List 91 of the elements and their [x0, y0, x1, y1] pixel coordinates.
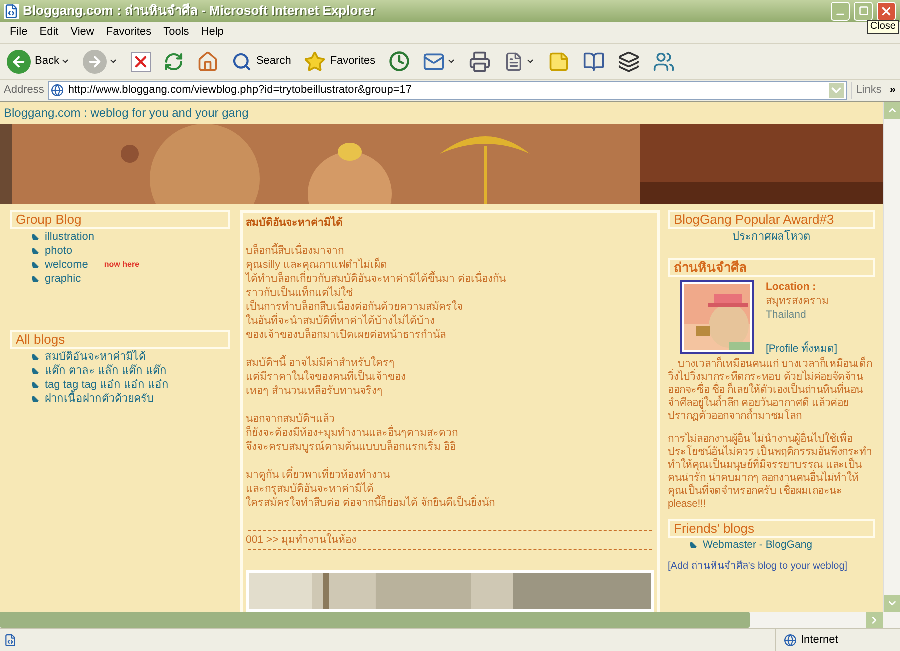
bullet-arrow-icon — [32, 396, 39, 402]
stop-icon — [131, 52, 152, 72]
menu-item[interactable]: Help — [195, 24, 230, 41]
section-heading: Friends' blogs — [668, 518, 875, 538]
post-line: ในอันที่จะนำสมบัติที่หาค่าได้บ้างไม่ได้บ้าง — [246, 314, 436, 328]
section-heading: Group Blog — [10, 210, 230, 229]
page-icon — [4, 634, 17, 646]
caret-icon[interactable] — [109, 57, 118, 66]
post-title: สมบัติอันจะหาค่ามิได้ — [246, 216, 344, 230]
toolbar-button[interactable]: Favorites — [301, 46, 379, 76]
blog-link[interactable]: ฝากเนื้อฝากตัวด้วยครับ — [45, 390, 154, 408]
blog-link[interactable]: photo — [45, 242, 73, 260]
menu-item[interactable]: Favorites — [100, 24, 158, 41]
toolbar-button[interactable]: Back — [4, 46, 74, 76]
restore-icon — [858, 6, 868, 16]
current-marker: now here — [104, 259, 140, 271]
blog-link[interactable]: welcome — [45, 256, 88, 274]
book-icon — [582, 50, 605, 72]
note-icon — [548, 50, 570, 72]
bullet-arrow-icon — [32, 382, 39, 388]
bullet-arrow-icon — [32, 234, 39, 240]
blog-link[interactable]: สมบัติอันจะหาค่ามิได้ — [45, 348, 146, 366]
search-icon — [232, 52, 252, 72]
menu-item[interactable]: Edit — [34, 24, 65, 41]
window-title: Bloggang.com : ถ่านหินจำศีล - Microsoft Internet Explorer — [23, 2, 377, 20]
tooltip: Close — [867, 20, 899, 34]
post-line: ใครสมัครใจทำสืบต่อ ต่อจากนี้ก็ย่อมได้ จักยินดีเป็นยิ่งนัก — [246, 496, 496, 510]
menu-item[interactable]: Tools — [158, 24, 196, 41]
close-button[interactable] — [877, 2, 896, 20]
printer-icon — [468, 50, 491, 72]
star-icon — [304, 50, 326, 72]
post-line: และกรุสมบัติอันจะหาค่ามิได้ — [246, 482, 375, 495]
document-icon — [504, 52, 524, 72]
tagline[interactable]: Bloggang.com : weblog for you and your gang — [0, 102, 883, 124]
copyright-notice: การไม่ลอกงานผู้อื่น ไม่นำงานผู้อื่นไปใช้เพื่อประโยชน์อันไม่ควร เป็นพฤติกรรมอันพึงกระทำ ทำให้คุณเป็นมนุษย์ที่มีจรรยาบรรณ และเป็นคนน่ารัก น่าคบมากๆ ลอกงานคนอื่นไม่ทำให้คุณเป็นที่จดจำหรอกครับ เชื่อผมเถอะนะ please!!! — [668, 432, 874, 510]
menu-item[interactable]: File — [4, 24, 34, 41]
friend-link[interactable]: Webmaster - BlogGang — [703, 538, 813, 554]
section-heading: ถ่านหินจำศีล — [668, 258, 875, 276]
post-line: จึงจะครบสมบูรณ์ตามต้นแบบบล็อกแรกเริ่ม อิอิ — [246, 440, 457, 454]
globe-icon — [784, 634, 797, 646]
post-line: ราวกับเป็นแท็กแต่ไม่ใช่ — [246, 286, 354, 299]
bullet-arrow-icon — [32, 276, 39, 282]
location-label: Location : — [766, 280, 818, 294]
refresh-icon — [164, 52, 184, 72]
bullet-arrow-icon — [32, 354, 39, 360]
post-line: ได้ทำบล็อกเกี่ยวกับสมบัติอันจะหาค่ามิได้ขึ้นมา ต่อเนื่องกัน — [246, 272, 507, 286]
blog-link[interactable]: illustration — [45, 228, 95, 246]
vote-link[interactable]: ประกาศผลโหวต — [668, 229, 875, 246]
post-line: มาดูกัน เดี๋ยวพาเที่ยวห้องทำงาน — [246, 468, 654, 482]
page-icon — [51, 84, 64, 97]
bullet-arrow-icon — [32, 368, 39, 374]
post-line: เป็นการทำบล็อกสืบเนื่องต่อกันด้วยความสมัครใจ — [246, 300, 464, 313]
horizontal-scrollbar[interactable] — [0, 612, 900, 628]
section-heading: BlogGang Popular Award#3 — [668, 210, 875, 229]
address-label: Address — [4, 83, 44, 98]
people-icon — [652, 50, 675, 72]
country-text: Thailand — [766, 308, 808, 322]
about-text: บางเวลาก็เหมือนคนแก่ บางเวลาก็เหมือนเด็ก วิ่งไปวิ่งมากระหืดกระหอบ ด้วยไม่ค่อยจัดจ้าน ออกจะซื่อ ซื่อ ก็เลยให้ตัวเองเป็นถ่านหินที่นอนจำศีลอยู่ในถ้ำลึก คอยวันอากาศดี แล้วค่อยปรากฏตัวออกจากถ้ำมาชมโลก — [668, 358, 874, 422]
bullet-arrow-icon — [32, 248, 39, 254]
post-line: สมบัติฯนี้ อาจไม่มีค่าสำหรับใครๆ — [246, 356, 396, 369]
browser-icon — [4, 4, 19, 18]
layers-icon — [618, 50, 640, 72]
post-line: นอกจากสมบัติฯแล้ว — [246, 412, 336, 425]
more-button[interactable]: » — [890, 82, 896, 99]
bullet-arrow-icon — [690, 542, 697, 549]
links-button[interactable]: Links — [851, 82, 886, 99]
caret-icon[interactable] — [526, 57, 535, 66]
caret-icon[interactable] — [61, 57, 70, 66]
post-line: ก็ยังจะต้องมีห้อง+มุมทำงานและอื่นๆตามสะดวก — [246, 426, 460, 439]
zone-text: Internet — [801, 632, 838, 648]
blog-link[interactable]: graphic — [45, 270, 82, 288]
profile-link[interactable]: [Profile ทั้งหมด] — [766, 342, 838, 356]
post-line: บล็อกนี้สืบเนื่องมาจาก — [246, 244, 345, 258]
post-line: ของเจ้าของบล็อกมาเปิดเผยต่อหน้าธารกำนัล — [246, 328, 447, 342]
blog-link[interactable]: แต๊ก ตาละ แล๊ก แต๊ก แต๊ก — [45, 362, 168, 380]
address-field[interactable]: http://www.bloggang.com/viewblog.php?id=trytobeillustrator&group=17 — [48, 81, 848, 100]
clock-icon — [388, 51, 410, 72]
toolbar-button[interactable]: Search — [229, 46, 294, 76]
post-line: เหอๆ สำนวนเหลือรับทานจริงๆ — [246, 384, 384, 398]
close-icon — [880, 4, 893, 18]
caret-icon[interactable] — [446, 57, 456, 66]
post-line: แต่มีราคาในใจของคนที่เป็นเจ้าของ — [246, 370, 407, 384]
entry-link[interactable]: 001 >> มุมทำงานในห้อง — [246, 531, 654, 549]
menu-item[interactable]: View — [64, 24, 100, 41]
province-text: สมุทรสงคราม — [766, 294, 830, 308]
post-line: คุณsilly และคุณกาแฟดำไม่เผ็ด — [246, 258, 388, 271]
section-heading: All blogs — [10, 330, 230, 349]
vertical-scrollbar[interactable] — [883, 102, 900, 612]
bullet-arrow-icon — [32, 262, 39, 268]
add-blog-link[interactable]: [Add ถ่านหินจำศีล's blog to your weblog] — [668, 561, 875, 574]
home-icon — [197, 50, 220, 72]
